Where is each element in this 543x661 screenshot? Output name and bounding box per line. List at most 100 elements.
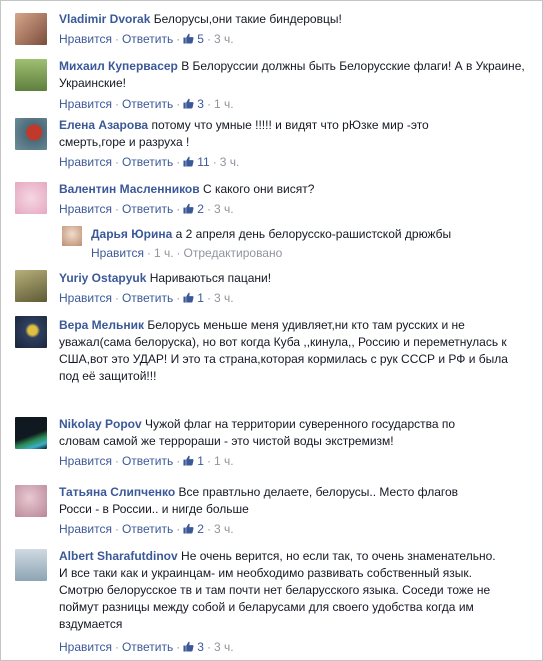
comment: Татьяна Слипченко Все правтльно делаете,… (1, 481, 542, 541)
like-count[interactable]: 3 (183, 97, 204, 111)
avatar[interactable] (15, 417, 47, 449)
avatar[interactable] (15, 485, 47, 517)
comment-author[interactable]: Татьяна Слипченко (59, 485, 175, 499)
reply-button[interactable]: Ответить (122, 97, 173, 111)
separator: · (176, 522, 181, 536)
avatar[interactable] (15, 182, 47, 214)
separator: · (206, 522, 211, 536)
comment-author[interactable]: Вера Мельник (59, 318, 144, 332)
comment: Vladimir Dvorak Белорусы,они такие бинде… (1, 8, 542, 52)
thumbs-up-icon (183, 523, 194, 534)
separator: · (176, 640, 181, 654)
like-count[interactable]: 1 (183, 291, 204, 305)
like-count[interactable]: 1 (183, 454, 204, 468)
like-button[interactable]: Нравится (59, 202, 112, 216)
like-count[interactable]: 2 (183, 522, 204, 536)
like-count[interactable]: 11 (183, 155, 210, 169)
avatar[interactable] (15, 118, 47, 150)
separator: · (206, 97, 211, 111)
avatar[interactable] (15, 549, 47, 581)
reply-button[interactable]: Ответить (122, 522, 173, 536)
separator: · (206, 454, 211, 468)
comment-author[interactable]: Елена Азарова (59, 118, 148, 132)
like-button[interactable]: Нравится (59, 454, 112, 468)
like-button[interactable]: Нравится (59, 97, 112, 111)
comment-author[interactable]: Валентин Масленников (59, 182, 200, 196)
separator: · (176, 246, 181, 260)
separator: · (114, 97, 119, 111)
comment: Yuriy Ostapyuk Нариваються пацани! Нрави… (1, 267, 542, 311)
comment-text: а 2 апреля день белорусско-рашистской др… (175, 227, 452, 241)
reply-button[interactable]: Ответить (122, 32, 173, 46)
like-button[interactable]: Нравится (59, 155, 112, 169)
separator: · (114, 640, 119, 654)
reply-button[interactable]: Ответить (122, 155, 173, 169)
reply: Дарья Юрина а 2 апреля день белорусско-р… (1, 223, 542, 263)
comment-text: Нариваються пацани! (149, 271, 272, 285)
thumbs-up-icon (183, 33, 194, 44)
like-count[interactable]: 5 (183, 32, 204, 46)
comments-panel: Vladimir Dvorak Белорусы,они такие бинде… (0, 0, 543, 661)
comment-author[interactable]: Yuriy Ostapyuk (59, 271, 146, 285)
timestamp[interactable]: 3 ч. (214, 522, 234, 536)
reply-button[interactable]: Ответить (122, 202, 173, 216)
timestamp[interactable]: 1 ч. (154, 246, 174, 260)
comment: Елена Азарова потому что умные !!!!! и в… (1, 115, 542, 175)
thumbs-up-icon (183, 203, 194, 214)
separator: · (176, 155, 181, 169)
separator: · (206, 32, 211, 46)
like-button[interactable]: Нравится (59, 640, 112, 654)
thumbs-up-icon (183, 98, 194, 109)
timestamp[interactable]: 3 ч. (220, 155, 240, 169)
avatar[interactable] (15, 316, 47, 348)
reply-button[interactable]: Ответить (122, 291, 173, 305)
avatar[interactable] (15, 270, 47, 302)
like-count[interactable]: 2 (183, 202, 204, 216)
like-button[interactable]: Нравится (59, 32, 112, 46)
comment-author[interactable]: Albert Sharafutdinov (59, 549, 178, 563)
thumbs-up-icon (183, 641, 194, 652)
timestamp[interactable]: 3 ч. (214, 291, 234, 305)
avatar[interactable] (15, 13, 47, 45)
separator: · (176, 454, 181, 468)
avatar[interactable] (62, 226, 82, 246)
comment-author[interactable]: Дарья Юрина (91, 227, 172, 241)
like-button[interactable]: Нравится (59, 291, 112, 305)
comment-text: С какого они висят? (202, 182, 315, 196)
separator: · (114, 454, 119, 468)
like-button[interactable]: Нравится (91, 246, 144, 260)
comment-author[interactable]: Nikolay Popov (59, 417, 142, 431)
separator: · (206, 202, 211, 216)
comment-author[interactable]: Vladimir Dvorak (59, 12, 150, 26)
separator: · (114, 202, 119, 216)
timestamp[interactable]: 1 ч. (214, 97, 234, 111)
thumbs-up-icon (183, 292, 194, 303)
separator: · (176, 291, 181, 305)
separator: · (176, 202, 181, 216)
like-button[interactable]: Нравится (59, 522, 112, 536)
separator: · (176, 97, 181, 111)
separator: · (114, 155, 119, 169)
timestamp[interactable]: 3 ч. (214, 202, 234, 216)
avatar[interactable] (15, 59, 47, 91)
comment: Nikolay Popov Чужой флаг на территории с… (1, 413, 542, 473)
separator: · (146, 246, 151, 260)
reply-button[interactable]: Ответить (122, 640, 173, 654)
separator: · (206, 640, 211, 654)
thumbs-up-icon (183, 455, 194, 466)
edited-label[interactable]: Отредактировано (184, 246, 283, 260)
separator: · (176, 32, 181, 46)
reply-button[interactable]: Ответить (122, 454, 173, 468)
comment-text: Белорусы,они такие биндеровцы! (153, 12, 342, 26)
like-count[interactable]: 3 (183, 640, 204, 654)
separator: · (212, 155, 217, 169)
comment-author[interactable]: Михаил Купервасер (59, 59, 178, 73)
comment: Albert Sharafutdinov Не очень верится, н… (1, 546, 542, 658)
timestamp[interactable]: 3 ч. (214, 32, 234, 46)
timestamp[interactable]: 3 ч. (214, 640, 234, 654)
separator: · (114, 522, 119, 536)
separator: · (114, 291, 119, 305)
separator: · (114, 32, 119, 46)
timestamp[interactable]: 1 ч. (214, 454, 234, 468)
comment: Михаил Купервасер В Белоруссии должны бы… (1, 56, 542, 116)
